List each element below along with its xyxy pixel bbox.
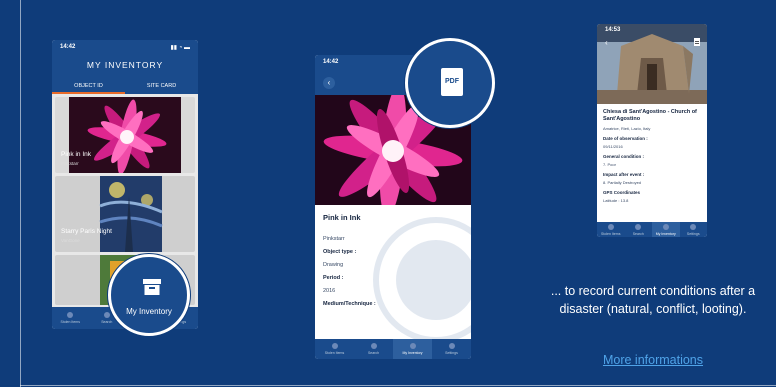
callout-label: My Inventory bbox=[126, 307, 172, 316]
frame-left-line bbox=[20, 0, 21, 387]
list-item[interactable]: Starry Paris Night VanGone bbox=[55, 176, 195, 252]
pdf-label: PDF bbox=[445, 78, 459, 85]
nav-my-inventory[interactable]: My Inventory bbox=[393, 339, 432, 359]
nav-my-inventory[interactable]: My Inventory bbox=[652, 222, 680, 237]
pdf-callout: PDF bbox=[405, 38, 495, 128]
site-photo bbox=[597, 24, 707, 104]
gps-label: GPS Coordinates bbox=[603, 190, 641, 195]
site-location: Amatrice, Rieti, Lazio, Italy bbox=[603, 126, 651, 131]
more-informations-link[interactable]: More informations bbox=[548, 353, 758, 367]
nav-stolen-items[interactable]: Stolen Items bbox=[315, 339, 354, 359]
status-time: 14:53 bbox=[605, 27, 621, 33]
bottom-nav: Stolen Items Search My Inventory Setting… bbox=[597, 222, 707, 237]
pdf-file-icon[interactable]: PDF bbox=[441, 68, 463, 96]
feature-caption: ... to record current conditions after a… bbox=[550, 284, 756, 316]
impact-value: 8. Partially Destroyed bbox=[603, 180, 642, 185]
nav-settings[interactable]: Settings bbox=[432, 339, 471, 359]
condition-value: 7. Poor bbox=[603, 162, 616, 167]
nav-search[interactable]: Search bbox=[625, 222, 653, 237]
card-artist: Pinkstarr bbox=[61, 161, 79, 166]
phone-site-card: 14:53 ‹ Chiesa di Sant'Agostino - Church… bbox=[597, 24, 707, 237]
status-icons: ▮▮ ◔ ▬ bbox=[170, 45, 190, 51]
date-label: Date of observation : bbox=[603, 136, 648, 141]
my-inventory-callout: My Inventory bbox=[108, 254, 190, 336]
condition-label: General condition : bbox=[603, 154, 645, 159]
app-header: 14:42 ▮▮ ◔ ▬ MY INVENTORY OBJECT ID SITE… bbox=[52, 40, 198, 94]
nav-settings[interactable]: Settings bbox=[680, 222, 708, 237]
bottom-nav: Stolen Items Search My Inventory Setting… bbox=[315, 339, 471, 359]
site-title: Chiesa di Sant'Agostino - Church of Sant… bbox=[603, 109, 697, 122]
back-button[interactable]: ‹ bbox=[605, 38, 608, 47]
nav-search[interactable]: Search bbox=[354, 339, 393, 359]
nav-stolen-items[interactable]: Stolen Items bbox=[52, 307, 89, 329]
card-artist: VanGone bbox=[61, 238, 80, 243]
tab-object-id[interactable]: OBJECT ID bbox=[52, 80, 125, 94]
archive-box-icon bbox=[143, 279, 161, 295]
date-value: 09/11/2016 bbox=[603, 144, 623, 149]
card-title: Pink in Ink bbox=[61, 151, 91, 158]
frame-bottom-line bbox=[20, 385, 776, 386]
back-button[interactable]: ‹ bbox=[323, 77, 335, 89]
site-details: Chiesa di Sant'Agostino - Church of Sant… bbox=[597, 104, 707, 222]
page-title: MY INVENTORY bbox=[86, 60, 164, 70]
impact-label: Impact after event : bbox=[603, 172, 645, 177]
object-details: Pink in Ink Pinkstarr Object type : Draw… bbox=[315, 205, 471, 343]
list-item[interactable]: Pink in Ink Pinkstarr bbox=[55, 97, 195, 173]
document-icon[interactable] bbox=[694, 38, 700, 46]
card-title: Starry Paris Night bbox=[61, 228, 112, 235]
interpol-watermark bbox=[373, 217, 471, 343]
status-time: 14:42 bbox=[60, 44, 76, 50]
latitude-row: Latitude : 13.8 bbox=[603, 198, 629, 203]
tab-site-card[interactable]: SITE CARD bbox=[125, 80, 198, 94]
nav-stolen-items[interactable]: Stolen Items bbox=[597, 222, 625, 237]
tab-bar: OBJECT ID SITE CARD bbox=[52, 80, 198, 94]
status-time: 14:42 bbox=[323, 59, 339, 65]
